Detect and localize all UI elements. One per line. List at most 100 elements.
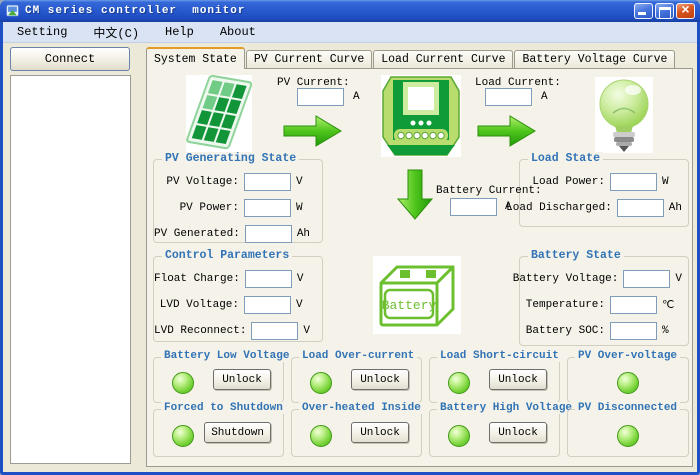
pv-power-label: PV Power: bbox=[180, 202, 239, 214]
tab-pv-current-curve[interactable]: PV Current Curve bbox=[246, 50, 372, 69]
status-battery-high-voltage: Battery High Voltage Unlock bbox=[429, 409, 560, 457]
status-forced-to-shutdown-title: Forced to Shutdown bbox=[161, 402, 286, 414]
close-button[interactable] bbox=[676, 3, 695, 19]
temperature-label: Temperature: bbox=[526, 299, 605, 311]
float-charge-label: Float Charge: bbox=[154, 273, 240, 285]
status-over-heated-inside-title: Over-heated Inside bbox=[299, 402, 424, 414]
float-charge-unit: V bbox=[297, 273, 316, 285]
battery-voltage-label: Battery Voltage: bbox=[513, 273, 619, 285]
pv-current-unit: A bbox=[353, 91, 373, 103]
battery-high-voltage-led bbox=[448, 425, 470, 447]
lvd-reconnect-unit: V bbox=[303, 325, 316, 337]
battery-soc-label: Battery SOC: bbox=[526, 325, 605, 337]
pv-disconnected-led bbox=[617, 425, 639, 447]
battery-soc-unit: % bbox=[662, 325, 682, 337]
load-over-current-unlock-button[interactable]: Unlock bbox=[351, 369, 409, 390]
menu-help[interactable]: Help bbox=[165, 25, 194, 39]
lvd-voltage-label: LVD Voltage: bbox=[160, 299, 239, 311]
pv-voltage-unit: V bbox=[296, 176, 316, 188]
forced-to-shutdown-led bbox=[172, 425, 194, 447]
title-bar: CM series controller monitor bbox=[0, 0, 700, 22]
control-parameters-group: Control Parameters Float Charge:V LVD Vo… bbox=[153, 256, 323, 342]
pv-current-field[interactable] bbox=[297, 88, 344, 106]
status-battery-high-voltage-title: Battery High Voltage bbox=[437, 402, 575, 414]
status-load-short-circuit: Load Short-circuit Unlock bbox=[429, 357, 560, 403]
lvd-voltage-unit: V bbox=[296, 299, 316, 311]
load-state-title: Load State bbox=[528, 152, 603, 165]
pv-power-unit: W bbox=[296, 202, 316, 214]
menu-setting[interactable]: Setting bbox=[17, 25, 67, 39]
tab-load-current-curve[interactable]: Load Current Curve bbox=[373, 50, 513, 69]
lvd-reconnect-field[interactable] bbox=[251, 322, 298, 340]
status-pv-disconnected: PV Disconnected bbox=[567, 409, 689, 457]
battery-flow-arrow-icon bbox=[396, 169, 434, 221]
window-body: Setting 中文(C) Help About Connect System … bbox=[3, 22, 697, 472]
solar-panel-icon bbox=[186, 75, 252, 153]
pv-voltage-label: PV Voltage: bbox=[166, 176, 239, 188]
status-load-over-current-title: Load Over-current bbox=[299, 350, 417, 362]
status-pv-disconnected-title: PV Disconnected bbox=[575, 402, 680, 414]
battery-state-group: Battery State Battery Voltage:V Temperat… bbox=[519, 256, 689, 346]
menu-language[interactable]: 中文(C) bbox=[93, 24, 139, 41]
battery-state-title: Battery State bbox=[528, 249, 624, 262]
menu-about[interactable]: About bbox=[220, 25, 256, 39]
tab-system-state[interactable]: System State bbox=[146, 47, 245, 69]
control-parameters-title: Control Parameters bbox=[162, 249, 292, 262]
battery-current-unit: A bbox=[505, 201, 525, 213]
load-power-label: Load Power: bbox=[532, 176, 605, 188]
connect-button[interactable]: Connect bbox=[10, 47, 130, 71]
battery-current-label: Battery Current: bbox=[436, 185, 542, 197]
pv-generated-unit: Ah bbox=[297, 228, 316, 240]
forced-to-shutdown-button[interactable]: Shutdown bbox=[204, 422, 271, 443]
load-short-circuit-led bbox=[448, 372, 470, 394]
minimize-button[interactable] bbox=[634, 3, 653, 19]
load-current-unit: A bbox=[541, 91, 561, 103]
pv-flow-arrow-icon bbox=[283, 113, 343, 149]
status-forced-to-shutdown: Forced to Shutdown Shutdown bbox=[153, 409, 284, 457]
load-current-field[interactable] bbox=[485, 88, 532, 106]
pv-over-voltage-led bbox=[617, 372, 639, 394]
load-discharged-field[interactable] bbox=[617, 199, 664, 217]
load-over-current-led bbox=[310, 372, 332, 394]
tab-strip: System State PV Current Curve Load Curre… bbox=[146, 49, 676, 69]
pv-power-field[interactable] bbox=[244, 199, 291, 217]
status-pv-over-voltage: PV Over-voltage bbox=[567, 357, 689, 403]
app-window: CM series controller monitor Setting 中文(… bbox=[0, 0, 700, 475]
status-load-short-circuit-title: Load Short-circuit bbox=[437, 350, 562, 362]
pv-generating-state-title: PV Generating State bbox=[162, 152, 299, 165]
load-discharged-unit: Ah bbox=[669, 202, 682, 214]
battery-voltage-field[interactable] bbox=[623, 270, 670, 288]
status-battery-low-voltage: Battery Low Voltage Unlock bbox=[153, 357, 284, 403]
pv-generated-field[interactable] bbox=[245, 225, 292, 243]
system-state-panel: PV Current: A Load Current: bbox=[146, 68, 693, 467]
pv-voltage-field[interactable] bbox=[244, 173, 291, 191]
load-state-group: Load State Load Power:W Load Discharged:… bbox=[519, 159, 689, 227]
maximize-button[interactable] bbox=[655, 3, 674, 19]
battery-low-voltage-unlock-button[interactable]: Unlock bbox=[213, 369, 271, 390]
load-flow-arrow-icon bbox=[477, 113, 537, 149]
lvd-reconnect-label: LVD Reconnect: bbox=[154, 325, 246, 337]
battery-soc-field[interactable] bbox=[610, 322, 657, 340]
battery-icon: Battery bbox=[373, 256, 461, 334]
lvd-voltage-field[interactable] bbox=[244, 296, 291, 314]
tab-battery-voltage-curve[interactable]: Battery Voltage Curve bbox=[514, 50, 675, 69]
battery-high-voltage-unlock-button[interactable]: Unlock bbox=[489, 422, 547, 443]
menu-bar: Setting 中文(C) Help About bbox=[3, 22, 697, 43]
float-charge-field[interactable] bbox=[245, 270, 292, 288]
temperature-unit: ℃ bbox=[662, 298, 682, 312]
over-heated-inside-unlock-button[interactable]: Unlock bbox=[351, 422, 409, 443]
status-battery-low-voltage-title: Battery Low Voltage bbox=[161, 350, 292, 362]
device-list-box[interactable] bbox=[10, 75, 131, 464]
load-power-unit: W bbox=[662, 176, 682, 188]
pv-generated-label: PV Generated: bbox=[154, 228, 240, 240]
app-icon bbox=[5, 4, 20, 18]
temperature-field[interactable] bbox=[610, 296, 657, 314]
battery-current-field[interactable] bbox=[450, 198, 497, 216]
load-power-field[interactable] bbox=[610, 173, 657, 191]
status-over-heated-inside: Over-heated Inside Unlock bbox=[291, 409, 422, 457]
status-load-over-current: Load Over-current Unlock bbox=[291, 357, 422, 403]
pv-generating-state-group: PV Generating State PV Voltage:V PV Powe… bbox=[153, 159, 323, 243]
load-short-circuit-unlock-button[interactable]: Unlock bbox=[489, 369, 547, 390]
svg-text:Battery: Battery bbox=[382, 298, 437, 313]
window-title: CM series controller monitor bbox=[25, 5, 245, 17]
